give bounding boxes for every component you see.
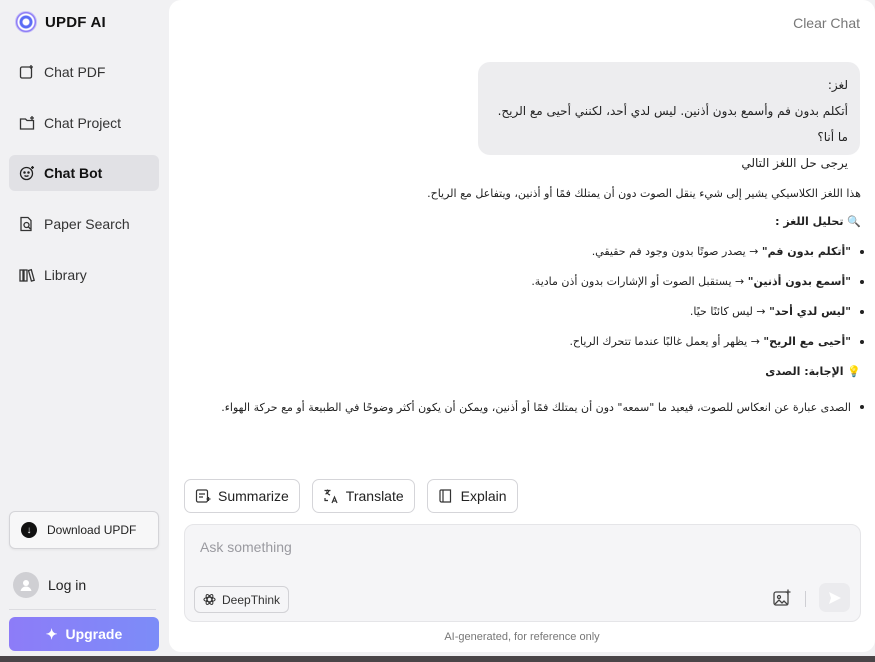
sidebar-divider [9, 609, 156, 610]
point-text: → يصدر صوتًا بدون وجود فم حقيقي. [591, 245, 762, 258]
ask-input[interactable] [200, 539, 840, 555]
sidebar: UPDF AI Chat PDF Chat Project Chat Bot P… [0, 0, 168, 662]
sidebar-nav: Chat PDF Chat Project Chat Bot Paper Sea… [9, 54, 159, 307]
composer: DeepThink [184, 524, 861, 622]
chat-project-icon [18, 114, 36, 132]
download-updf-button[interactable]: ↓ Download UPDF [9, 511, 159, 549]
upgrade-label: Upgrade [65, 626, 123, 642]
updf-logo-icon [15, 11, 37, 33]
answer-final: الصدى عبارة عن انعكاس للصوت، فيعيد ما "س… [219, 394, 864, 421]
download-icon: ↓ [21, 522, 37, 538]
sidebar-item-label: Library [44, 266, 87, 283]
list-item: "ليس لدي أحد" → ليس كائنًا حيًا. [219, 302, 864, 322]
composer-divider [805, 591, 806, 607]
analysis-heading: 🔍 تحليل اللغز : [775, 215, 861, 228]
book-icon [439, 489, 451, 503]
sidebar-item-chat-bot[interactable]: Chat Bot [9, 155, 159, 192]
point-text: → يظهر أو يعمل غالبًا عندما تتحرك الرياح… [569, 335, 764, 348]
quick-actions: Summarize Translate Explain [184, 479, 518, 513]
user-icon [20, 580, 32, 591]
answer-intro: هذا اللغز الكلاسيكي يشير إلى شيء ينقل ال… [427, 187, 861, 200]
avatar [13, 572, 39, 598]
point-text: → يستقبل الصوت أو الإشارات بدون أذن مادي… [531, 275, 748, 288]
upgrade-button[interactable]: ✦ Upgrade [9, 617, 159, 651]
summarize-button[interactable]: Summarize [184, 479, 300, 513]
sidebar-item-chat-pdf[interactable]: Chat PDF [9, 54, 159, 90]
chat-panel: Clear Chat لغز: أتكلم بدون فم وأسمع بدون… [169, 0, 875, 652]
summarize-icon [195, 489, 211, 503]
summarize-label: Summarize [218, 488, 289, 504]
send-icon [828, 591, 841, 604]
sparkle-icon: ✦ [45, 625, 58, 642]
login-label: Log in [48, 577, 87, 593]
sidebar-item-label: Chat PDF [44, 64, 106, 80]
user-message-line: أتكلم بدون فم وأسمع بدون أذنين. ليس لدي … [497, 104, 848, 144]
point-text: → ليس كائنًا حيًا. [689, 305, 770, 318]
point-key: "ليس لدي أحد" [769, 305, 851, 318]
chat-bot-icon [18, 164, 36, 182]
translate-button[interactable]: Translate [311, 479, 415, 513]
login-button[interactable]: Log in [13, 572, 86, 598]
deepthink-icon [203, 594, 216, 605]
explain-label: Explain [460, 488, 507, 504]
paper-search-icon [18, 215, 36, 233]
sidebar-item-label: Paper Search [44, 216, 130, 233]
sidebar-item-label: Chat Bot [44, 165, 103, 182]
deepthink-label: DeepThink [222, 592, 281, 607]
translate-label: Translate [345, 488, 404, 504]
window-bottom-edge [0, 656, 875, 662]
ai-disclaimer: AI-generated, for reference only [444, 631, 600, 643]
list-item: "أحيى مع الريح" → يظهر أو يعمل غالبًا عن… [219, 332, 864, 352]
list-item: "أتكلم بدون فم" → يصدر صوتًا بدون وجود ف… [219, 242, 864, 262]
chat-pdf-icon [18, 63, 36, 81]
list-item: "أسمع بدون أذنين" → يستقبل الصوت أو الإش… [219, 272, 864, 292]
library-icon [18, 266, 36, 284]
translate-icon [324, 489, 338, 504]
app-name: UPDF AI [45, 13, 106, 31]
answer-heading: 💡 الإجابة: الصدى [765, 365, 861, 378]
user-message-line: يرجى حل اللغز التالي [741, 156, 848, 170]
user-message-line: لغز: [827, 78, 848, 92]
download-label: Download UPDF [47, 523, 137, 537]
sidebar-item-paper-search[interactable]: Paper Search [9, 206, 159, 242]
sidebar-item-label: Chat Project [44, 114, 122, 131]
image-upload-icon[interactable] [772, 588, 792, 608]
sidebar-item-library[interactable]: Library [9, 257, 159, 293]
sidebar-item-chat-project[interactable]: Chat Project [9, 105, 159, 141]
user-message-bubble: لغز: أتكلم بدون فم وأسمع بدون أذنين. ليس… [478, 62, 860, 170]
send-button[interactable] [819, 583, 850, 612]
explain-button[interactable]: Explain [426, 479, 518, 513]
point-key: "أتكلم بدون فم" [761, 245, 851, 258]
point-key: "أسمع بدون أذنين" [747, 275, 851, 288]
deepthink-toggle[interactable]: DeepThink [194, 586, 290, 613]
assistant-answer: هذا اللغز الكلاسيكي يشير إلى شيء ينقل ال… [219, 184, 864, 421]
clear-chat-button[interactable]: Clear Chat [793, 15, 860, 31]
point-key: "أحيى مع الريح" [763, 335, 851, 348]
brand[interactable]: UPDF AI [15, 11, 106, 33]
analysis-list: "أتكلم بدون فم" → يصدر صوتًا بدون وجود ف… [219, 242, 864, 352]
